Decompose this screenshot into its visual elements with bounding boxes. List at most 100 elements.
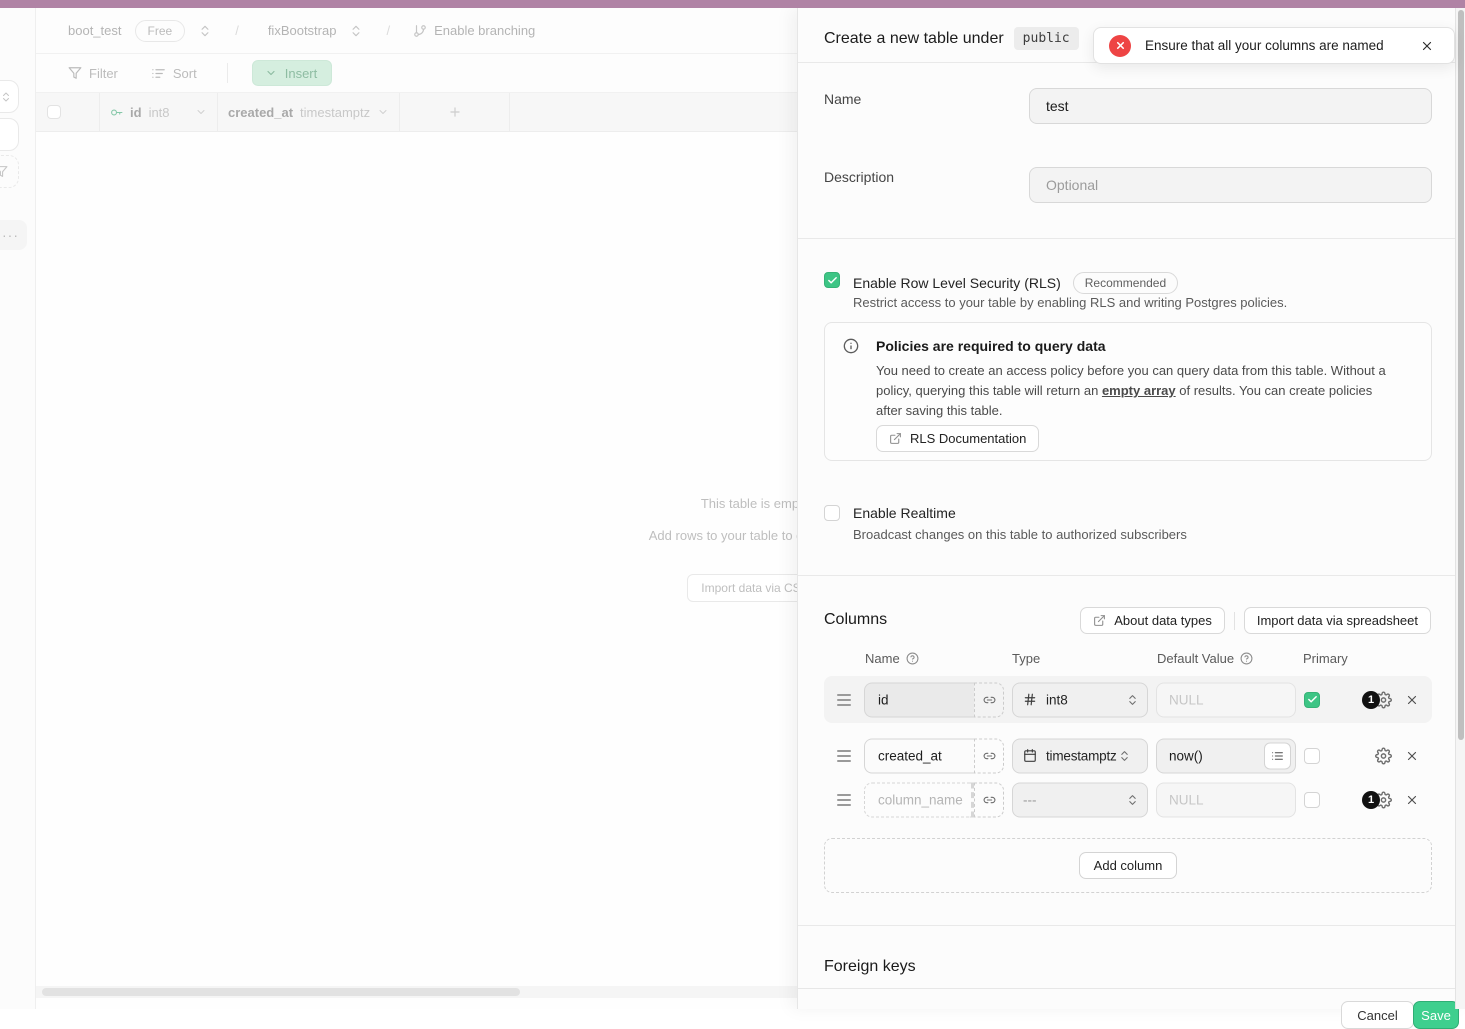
realtime-label[interactable]: Enable Realtime — [853, 505, 956, 521]
filter-button[interactable]: Filter — [68, 66, 118, 81]
vertical-scrollbar-thumb[interactable] — [1458, 10, 1464, 740]
recommended-badge: Recommended — [1073, 272, 1178, 294]
chevrons-up-down-icon — [0, 91, 12, 103]
default-value-input — [1156, 682, 1296, 717]
plan-badge: Free — [135, 20, 186, 42]
chevron-down-icon[interactable] — [377, 106, 389, 118]
select-all-checkbox[interactable] — [47, 105, 61, 119]
actions-divider — [1234, 612, 1235, 630]
sort-button[interactable]: Sort — [151, 66, 197, 81]
remove-column-button[interactable] — [1405, 693, 1419, 707]
column-row-id: int8 1 — [824, 676, 1432, 723]
chevron-down-icon[interactable] — [195, 106, 207, 118]
remove-column-button[interactable] — [1405, 793, 1419, 807]
primary-checkbox[interactable] — [1304, 692, 1320, 708]
settings-count-badge: 1 — [1362, 791, 1380, 809]
column-name-input[interactable] — [864, 738, 974, 773]
chevrons-up-down-icon — [1118, 749, 1131, 762]
help-circle-icon[interactable] — [906, 652, 919, 665]
create-table-panel: Create a new table under public Name Des… — [797, 8, 1465, 1009]
help-circle-icon[interactable] — [1240, 652, 1253, 665]
rls-documentation-button[interactable]: RLS Documentation — [876, 425, 1039, 452]
chevrons-up-down-icon[interactable] — [198, 24, 212, 38]
chevron-down-icon — [265, 67, 277, 79]
insert-button[interactable]: Insert — [252, 60, 333, 86]
vertical-scrollbar[interactable] — [1455, 8, 1465, 1009]
column-type-select[interactable]: int8 — [1012, 682, 1148, 717]
link-column-button[interactable] — [974, 738, 1004, 773]
drag-handle-icon[interactable] — [837, 747, 851, 765]
default-value-input — [1156, 782, 1296, 817]
insert-label: Insert — [285, 66, 318, 81]
column-name: created_at — [228, 105, 293, 120]
chevrons-up-down-icon — [1126, 693, 1139, 706]
drag-handle-icon[interactable] — [837, 691, 851, 709]
save-button[interactable]: Save — [1413, 1001, 1459, 1029]
default-value-field[interactable]: now() — [1156, 738, 1296, 773]
link-column-button[interactable] — [974, 682, 1004, 717]
primary-checkbox[interactable] — [1304, 748, 1320, 764]
cancel-button[interactable]: Cancel — [1341, 1001, 1414, 1029]
rls-checkbox[interactable] — [824, 272, 840, 288]
column-row-new: --- 1 — [824, 779, 1432, 820]
realtime-checkbox[interactable] — [824, 505, 840, 521]
column-type-select[interactable]: --- — [1012, 782, 1148, 817]
horizontal-scrollbar[interactable] — [36, 986, 797, 998]
table-name-input[interactable] — [1029, 88, 1432, 124]
rls-doc-label: RLS Documentation — [910, 431, 1026, 446]
about-data-types-label: About data types — [1114, 613, 1212, 628]
about-data-types-button[interactable]: About data types — [1080, 607, 1225, 634]
breadcrumb-branch[interactable]: fixBootstrap — [268, 23, 337, 38]
default-value-text: now() — [1157, 748, 1203, 763]
x-icon — [1405, 693, 1419, 707]
hash-icon — [1023, 693, 1037, 707]
funnel-icon — [68, 66, 82, 80]
column-header-created-at[interactable]: created_at timestamptz — [218, 93, 400, 131]
empty-array-link[interactable]: empty array — [1102, 383, 1176, 398]
check-icon — [827, 275, 838, 286]
import-spreadsheet-button[interactable]: Import data via spreadsheet — [1244, 607, 1431, 634]
table-description-input[interactable] — [1029, 167, 1432, 203]
column-name-input[interactable] — [864, 682, 974, 717]
enable-branching-button[interactable]: Enable branching — [434, 23, 535, 38]
column-name-input[interactable] — [864, 782, 974, 817]
column-header-id[interactable]: id int8 — [100, 93, 218, 131]
list-icon — [1271, 749, 1284, 762]
gear-icon[interactable] — [1375, 747, 1392, 764]
toast-close-button[interactable] — [1420, 39, 1434, 53]
external-link-icon — [1093, 614, 1106, 627]
rls-label[interactable]: Enable Row Level Security (RLS) — [853, 275, 1061, 291]
chevrons-up-down-icon[interactable] — [349, 24, 363, 38]
add-column-button[interactable]: Add column — [1079, 852, 1178, 879]
header-default-value: Default Value — [1157, 651, 1234, 666]
column-type-select[interactable]: timestamptz — [1012, 738, 1148, 773]
sidebar-search-box[interactable] — [0, 118, 19, 151]
default-value-options-button[interactable] — [1264, 742, 1291, 769]
horizontal-scrollbar-thumb[interactable] — [42, 988, 520, 996]
sidebar-filter-button[interactable] — [0, 155, 19, 188]
divider — [798, 575, 1465, 576]
primary-key-icon — [110, 106, 123, 119]
divider — [798, 238, 1465, 239]
policies-info-title: Policies are required to query data — [876, 338, 1106, 354]
grid-toolbar: Filter Sort Insert — [36, 54, 797, 93]
realtime-subtext: Broadcast changes on this table to autho… — [853, 527, 1187, 542]
remove-column-button[interactable] — [1405, 749, 1419, 763]
breadcrumb-project[interactable]: boot_test — [68, 23, 122, 38]
info-icon — [843, 338, 859, 354]
collapsed-sidebar: ··· — [0, 8, 36, 1009]
primary-checkbox[interactable] — [1304, 792, 1320, 808]
plus-icon — [448, 105, 462, 119]
sidebar-schema-select[interactable] — [0, 80, 19, 113]
header-type: Type — [1012, 651, 1040, 666]
link-icon — [983, 793, 996, 806]
sidebar-more-button[interactable]: ··· — [0, 220, 27, 250]
link-column-button[interactable] — [974, 782, 1004, 817]
check-icon — [1307, 694, 1318, 705]
add-column-header-button[interactable] — [400, 93, 510, 131]
link-icon — [983, 693, 996, 706]
calendar-icon — [1023, 749, 1037, 763]
drag-handle-icon[interactable] — [837, 791, 851, 809]
header-primary: Primary — [1303, 651, 1348, 666]
column-type: int8 — [149, 105, 170, 120]
